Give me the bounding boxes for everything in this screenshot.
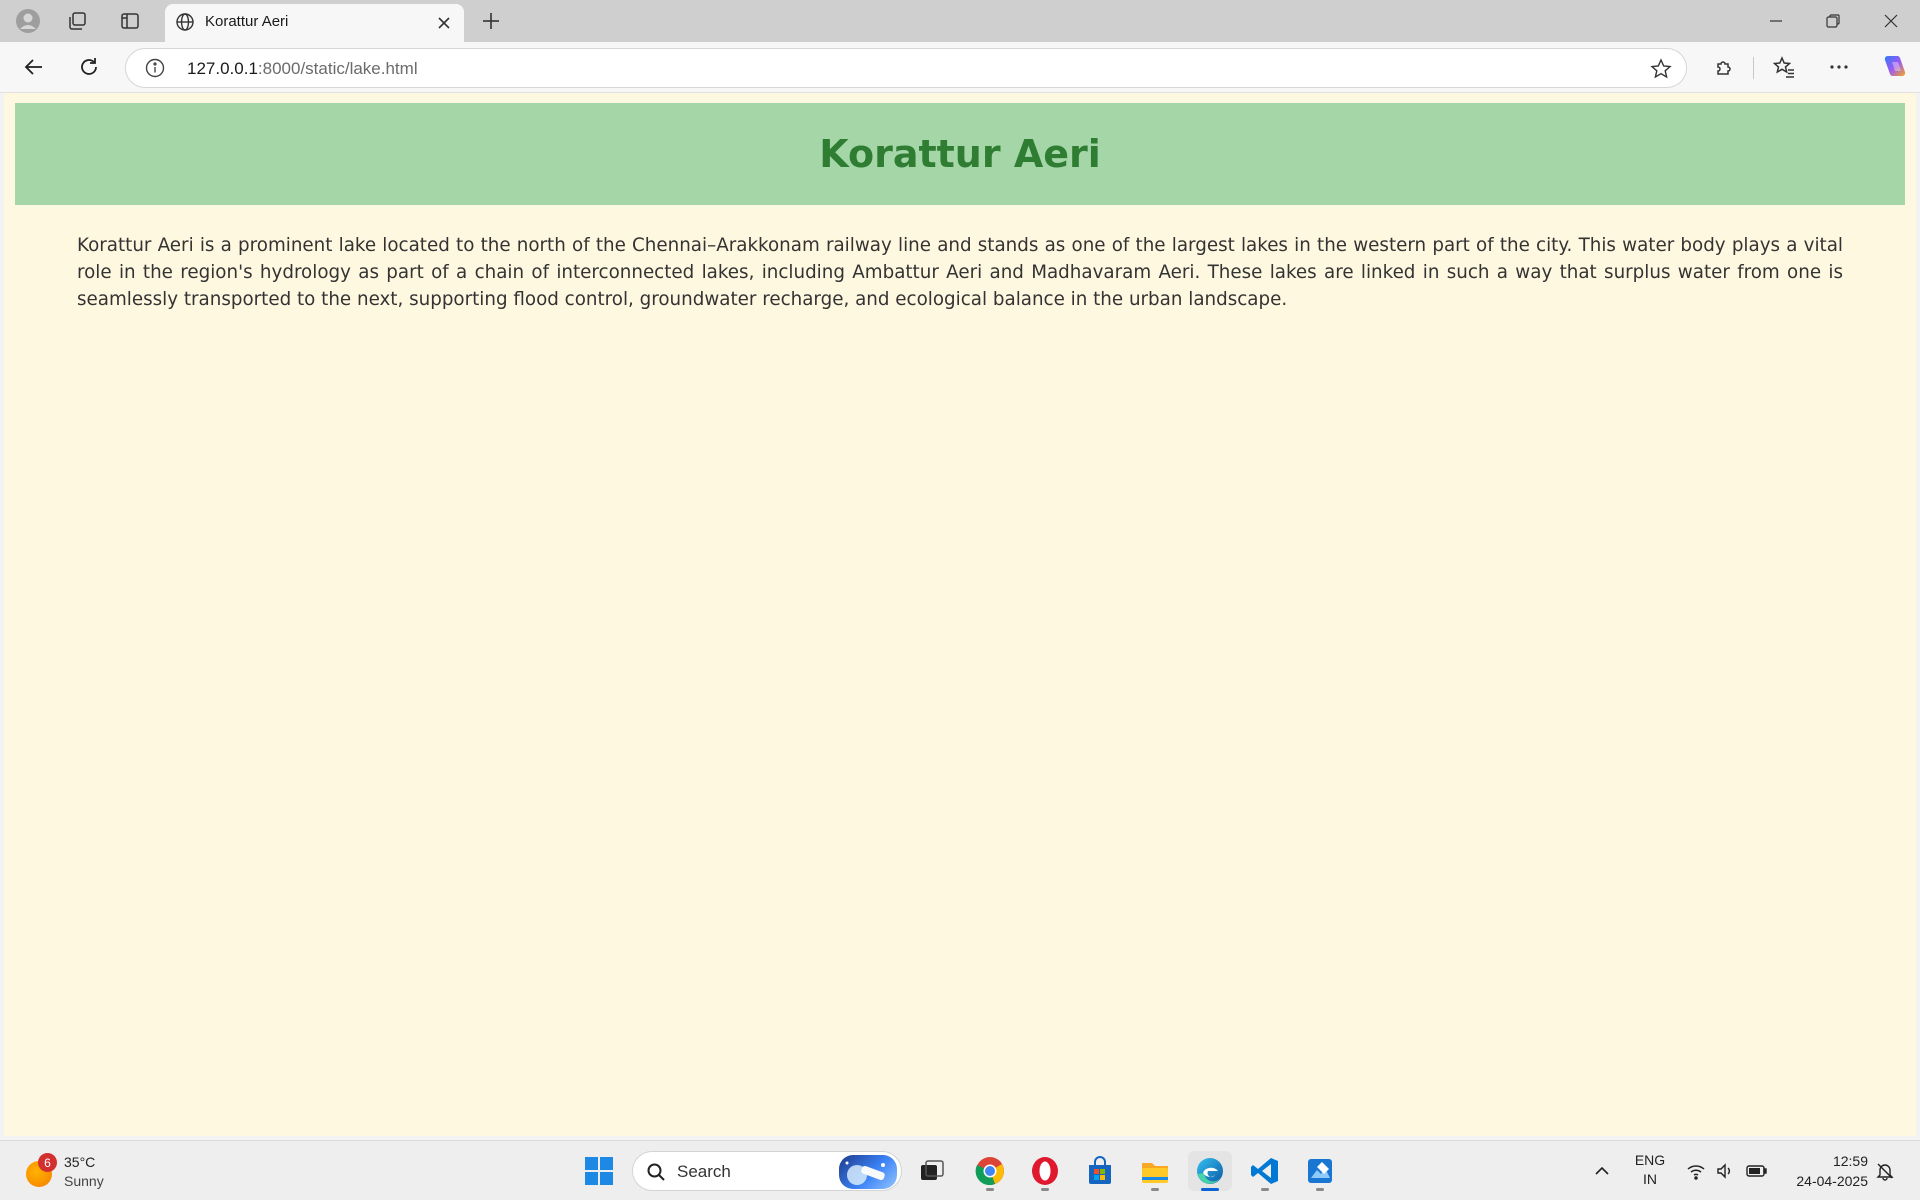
close-window-button[interactable] [1862,0,1920,42]
url-text[interactable]: 127.0.0.1:8000/static/lake.html [187,59,418,79]
toolbar-divider [1753,57,1754,79]
tab-korattur-aeri[interactable]: Korattur Aeri [165,4,464,42]
refresh-button[interactable] [70,49,108,85]
search-icon [645,1161,667,1183]
search-highlight-image [839,1155,897,1189]
workspaces-icon[interactable] [57,5,97,37]
site-info-icon[interactable] [144,57,166,79]
language-code: ENG [1634,1152,1666,1168]
more-menu-icon[interactable] [1820,49,1858,85]
page-title: Korattur Aeri [819,132,1101,176]
page-header: Korattur Aeri [15,103,1905,205]
opera-icon[interactable] [1023,1151,1067,1191]
wifi-icon[interactable] [1684,1159,1708,1183]
url-host: 127.0.0.1 [187,59,258,78]
url-path: :8000/static/lake.html [257,59,418,78]
input-language[interactable]: ENG IN [1632,1151,1668,1189]
profile-icon[interactable] [8,5,48,37]
copilot-icon[interactable] [1875,49,1913,85]
globe-icon [173,10,197,34]
favorite-star-icon[interactable] [1648,56,1674,82]
running-indicator [1316,1188,1324,1191]
region-code: IN [1643,1171,1657,1187]
page-viewport: Korattur Aeri Korattur Aeri is a promine… [4,93,1916,1136]
tab-title: Korattur Aeri [205,13,289,30]
vscode-icon[interactable] [1243,1151,1287,1191]
close-tab-icon[interactable] [432,11,456,35]
active-indicator [1201,1188,1219,1191]
lake-description: Korattur Aeri is a prominent lake locate… [77,235,1843,310]
battery-icon[interactable] [1745,1159,1769,1183]
extensions-icon[interactable] [1705,49,1743,85]
task-view-icon[interactable] [910,1151,954,1191]
edge-icon[interactable] [1188,1151,1232,1191]
paint-icon[interactable] [1298,1151,1342,1191]
clock-date: 24-04-2025 [1796,1173,1868,1189]
taskbar: 6 35°C Sunny Search ENG IN 12:59 24-04-2… [0,1140,1920,1200]
browser-toolbar: 127.0.0.1:8000/static/lake.html [0,42,1920,93]
tab-strip: Korattur Aeri [0,0,1920,42]
clock-time: 12:59 [1832,1153,1868,1169]
back-button[interactable] [15,49,53,85]
running-indicator [1261,1188,1269,1191]
address-bar[interactable]: 127.0.0.1:8000/static/lake.html [125,48,1687,88]
running-indicator [986,1188,994,1191]
notification-bell-icon[interactable] [1873,1159,1897,1183]
notification-badge: 6 [38,1153,57,1172]
search-label: Search [677,1162,731,1181]
new-tab-button[interactable] [474,5,508,37]
file-explorer-icon[interactable] [1133,1151,1177,1191]
microsoft-store-icon[interactable] [1078,1151,1122,1191]
vertical-tabs-icon[interactable] [110,5,150,37]
restore-button[interactable] [1804,0,1862,42]
volume-icon[interactable] [1713,1159,1737,1183]
chevron-up-icon[interactable] [1590,1159,1614,1183]
running-indicator [1151,1188,1159,1191]
weather-condition: Sunny [64,1173,104,1189]
weather-widget[interactable]: 6 35°C Sunny [24,1149,124,1193]
system-clock[interactable]: 12:59 24-04-2025 [1780,1151,1868,1191]
weather-temperature: 35°C [64,1154,96,1170]
taskbar-search[interactable]: Search [632,1151,902,1191]
minimize-button[interactable] [1747,0,1805,42]
favorites-icon[interactable] [1765,49,1803,85]
running-indicator [1041,1188,1049,1191]
windows-start-icon[interactable] [577,1151,621,1191]
chrome-icon[interactable] [968,1151,1012,1191]
